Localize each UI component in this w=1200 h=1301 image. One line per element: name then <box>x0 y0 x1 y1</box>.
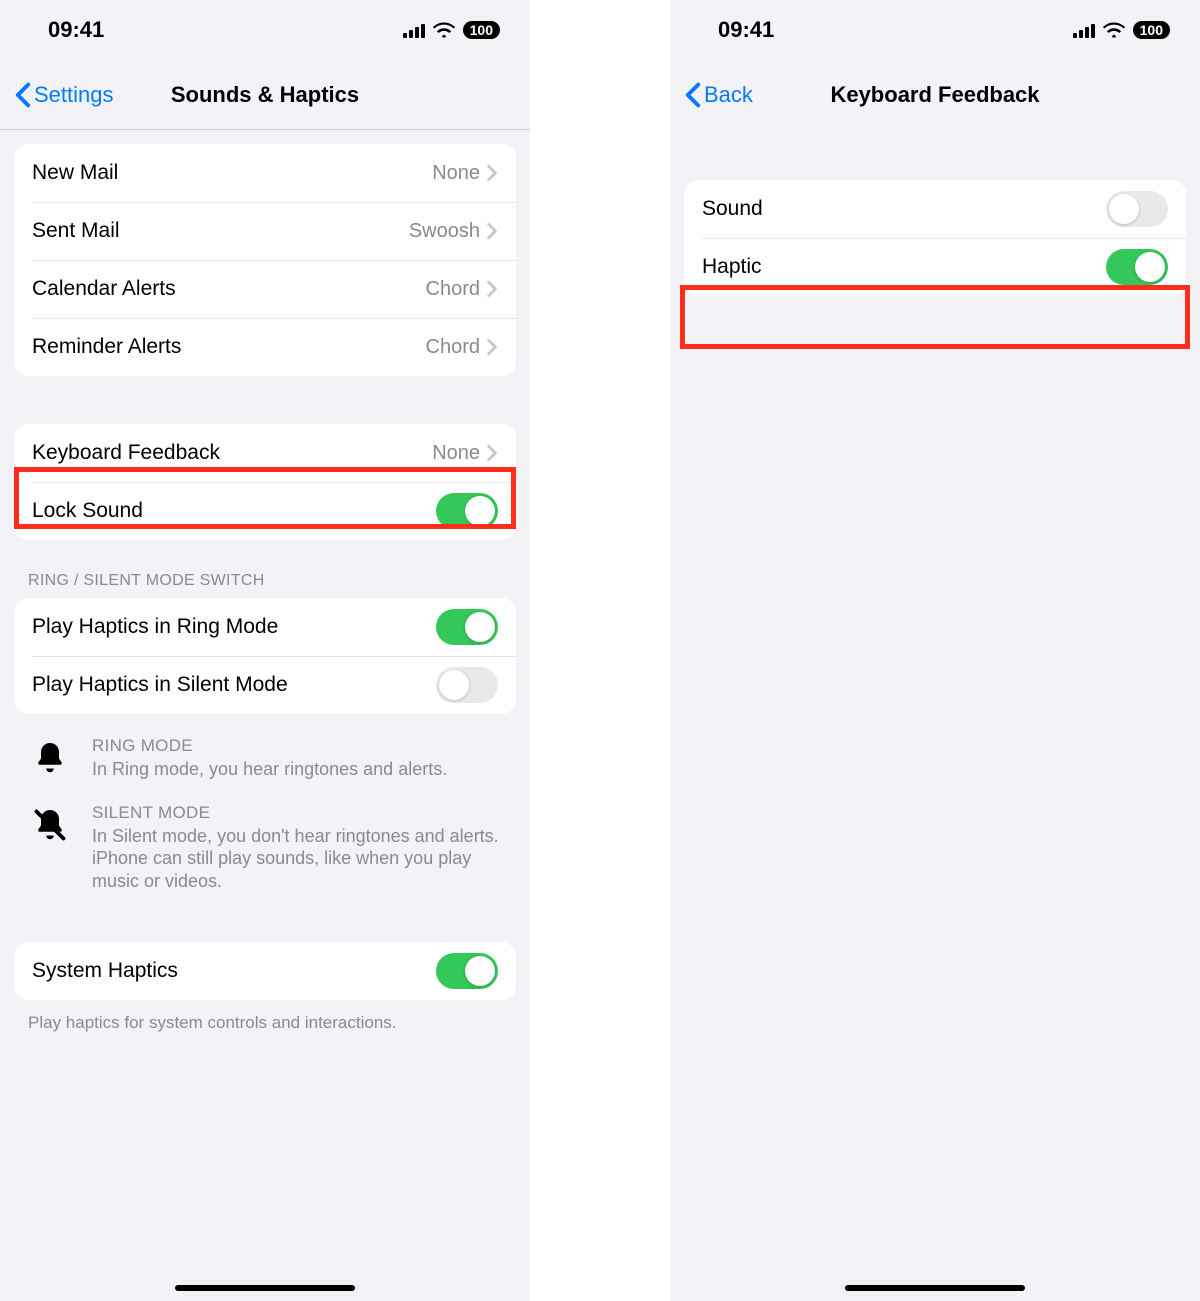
cellular-signal-icon <box>403 22 425 38</box>
row-label: Keyboard Feedback <box>32 441 432 465</box>
row-label: Calendar Alerts <box>32 277 426 301</box>
info-silent-mode: SILENT MODE In Silent mode, you don't he… <box>28 803 516 893</box>
status-indicators: 100 <box>1073 21 1170 39</box>
row-system-haptics[interactable]: System Haptics <box>14 942 516 1000</box>
info-title: SILENT MODE <box>92 803 516 823</box>
info-body: In Ring mode, you hear ringtones and ale… <box>92 758 447 781</box>
system-haptics-group: System Haptics <box>14 942 516 1000</box>
row-label: Play Haptics in Ring Mode <box>32 615 436 639</box>
row-label: New Mail <box>32 161 432 185</box>
row-label: Lock Sound <box>32 499 436 523</box>
row-calendar-alerts[interactable]: Calendar Alerts Chord <box>14 260 516 318</box>
home-indicator[interactable] <box>845 1285 1025 1291</box>
home-indicator[interactable] <box>175 1285 355 1291</box>
toggle-haptic[interactable] <box>1106 249 1168 285</box>
row-haptics-ring[interactable]: Play Haptics in Ring Mode <box>14 598 516 656</box>
keyboard-feedback-group: Sound Haptic <box>684 180 1186 296</box>
row-value: Swoosh <box>409 220 480 243</box>
wifi-icon <box>1103 22 1125 38</box>
chevron-right-icon <box>486 280 498 298</box>
toggle-haptics-ring[interactable] <box>436 609 498 645</box>
toggle-lock-sound[interactable] <box>436 493 498 529</box>
toggle-haptics-silent[interactable] <box>436 667 498 703</box>
status-time: 09:41 <box>48 17 104 43</box>
nav-bar: Back Keyboard Feedback <box>670 60 1200 130</box>
row-label: Play Haptics in Silent Mode <box>32 673 436 697</box>
chevron-right-icon <box>486 338 498 356</box>
cellular-signal-icon <box>1073 22 1095 38</box>
row-label: Sent Mail <box>32 219 409 243</box>
row-value: Chord <box>426 278 480 301</box>
chevron-right-icon <box>486 164 498 182</box>
bell-icon <box>28 736 72 780</box>
status-bar: 09:41 100 <box>0 0 530 60</box>
row-keyboard-feedback[interactable]: Keyboard Feedback None <box>14 424 516 482</box>
row-haptics-silent[interactable]: Play Haptics in Silent Mode <box>14 656 516 714</box>
row-value: None <box>432 442 480 465</box>
back-label: Back <box>704 82 753 108</box>
row-value: Chord <box>426 336 480 359</box>
row-value: None <box>432 162 480 185</box>
chevron-right-icon <box>486 222 498 240</box>
chevron-right-icon <box>486 444 498 462</box>
row-label: Haptic <box>702 255 1106 279</box>
battery-indicator: 100 <box>1133 21 1170 39</box>
row-haptic[interactable]: Haptic <box>684 238 1186 296</box>
status-bar: 09:41 100 <box>670 0 1200 60</box>
toggle-system-haptics[interactable] <box>436 953 498 989</box>
row-new-mail[interactable]: New Mail None <box>14 144 516 202</box>
bell-slash-icon <box>28 803 72 847</box>
nav-bar: Settings Sounds & Haptics <box>0 60 530 130</box>
ring-silent-group: Play Haptics in Ring Mode Play Haptics i… <box>14 598 516 714</box>
wifi-icon <box>433 22 455 38</box>
group-footer-system-haptics: Play haptics for system controls and int… <box>28 1012 516 1034</box>
info-body: In Silent mode, you don't hear ringtones… <box>92 825 516 893</box>
group-header-ring-silent: RING / SILENT MODE SWITCH <box>28 572 516 590</box>
keyboard-group: Keyboard Feedback None Lock Sound <box>14 424 516 540</box>
row-label: System Haptics <box>32 959 436 983</box>
chevron-left-icon <box>14 82 32 108</box>
row-label: Reminder Alerts <box>32 335 426 359</box>
info-title: RING MODE <box>92 736 447 756</box>
row-sound[interactable]: Sound <box>684 180 1186 238</box>
back-label: Settings <box>34 82 114 108</box>
battery-indicator: 100 <box>463 21 500 39</box>
back-button[interactable]: Back <box>684 82 753 108</box>
back-button[interactable]: Settings <box>14 82 114 108</box>
chevron-left-icon <box>684 82 702 108</box>
status-indicators: 100 <box>403 21 500 39</box>
row-lock-sound[interactable]: Lock Sound <box>14 482 516 540</box>
row-reminder-alerts[interactable]: Reminder Alerts Chord <box>14 318 516 376</box>
sounds-group: New Mail None Sent Mail Swoosh Calendar … <box>14 144 516 376</box>
info-ring-mode: RING MODE In Ring mode, you hear rington… <box>28 736 516 781</box>
row-label: Sound <box>702 197 1106 221</box>
row-sent-mail[interactable]: Sent Mail Swoosh <box>14 202 516 260</box>
toggle-sound[interactable] <box>1106 191 1168 227</box>
status-time: 09:41 <box>718 17 774 43</box>
